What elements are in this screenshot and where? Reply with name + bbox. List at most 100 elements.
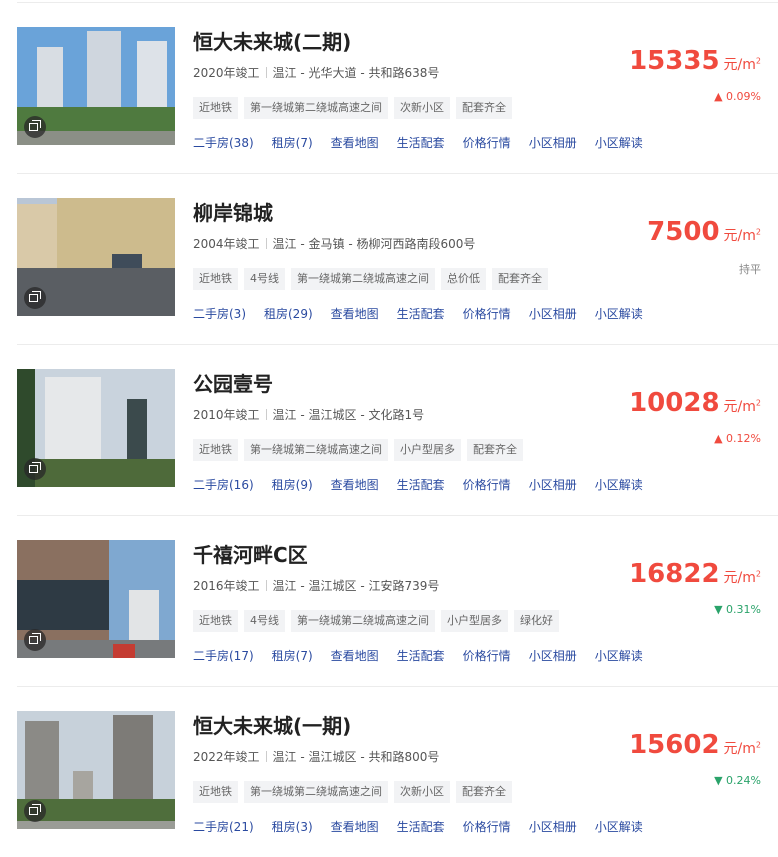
link-rent[interactable]: 租房(3) bbox=[272, 818, 313, 835]
link-map[interactable]: 查看地图 bbox=[331, 305, 379, 322]
divider bbox=[265, 67, 267, 78]
price-value: 10028 bbox=[629, 388, 720, 418]
community-name[interactable]: 公园壹号 bbox=[193, 368, 273, 397]
community-name[interactable]: 恒大未来城(一期) bbox=[193, 710, 351, 739]
link-amenities[interactable]: 生活配套 bbox=[397, 134, 445, 151]
link-rent[interactable]: 租房(29) bbox=[264, 305, 313, 322]
link-amenities[interactable]: 生活配套 bbox=[397, 647, 445, 664]
feature-tags: 近地铁 第一绕城第二绕城高速之间 小户型居多 配套齐全 bbox=[193, 438, 529, 461]
divider bbox=[265, 409, 267, 420]
quick-links: 二手房(3) 租房(29) 查看地图 生活配套 价格行情 小区相册 小区解读 bbox=[193, 303, 661, 322]
build-year: 2010年竣工 bbox=[193, 408, 260, 422]
link-album[interactable]: 小区相册 bbox=[529, 134, 577, 151]
link-album[interactable]: 小区相册 bbox=[529, 476, 577, 493]
price-block: 16822 元/m2 bbox=[629, 559, 761, 589]
album-icon[interactable] bbox=[24, 800, 46, 822]
link-album[interactable]: 小区相册 bbox=[529, 647, 577, 664]
link-price-trend[interactable]: 价格行情 bbox=[463, 476, 511, 493]
community-meta: 2004年竣工 温江 - 金马镇 - 杨柳河西路南段600号 bbox=[193, 235, 475, 252]
feature-tags: 近地铁 第一绕城第二绕城高速之间 次新小区 配套齐全 bbox=[193, 96, 518, 119]
community-photo[interactable] bbox=[17, 540, 175, 658]
link-map[interactable]: 查看地图 bbox=[331, 134, 379, 151]
link-map[interactable]: 查看地图 bbox=[331, 476, 379, 493]
community-name[interactable]: 千禧河畔C区 bbox=[193, 539, 308, 568]
tag: 第一绕城第二绕城高速之间 bbox=[244, 781, 388, 803]
community-photo[interactable] bbox=[17, 198, 175, 316]
price-change: ▲ 0.09% bbox=[714, 90, 761, 103]
tag: 第一绕城第二绕城高速之间 bbox=[291, 268, 435, 290]
tag: 配套齐全 bbox=[492, 268, 548, 290]
album-icon[interactable] bbox=[24, 458, 46, 480]
link-amenities[interactable]: 生活配套 bbox=[397, 476, 445, 493]
price-change: ▼ 0.31% bbox=[714, 603, 761, 616]
tag: 第一绕城第二绕城高速之间 bbox=[244, 439, 388, 461]
tag: 第一绕城第二绕城高速之间 bbox=[244, 97, 388, 119]
divider bbox=[265, 238, 267, 249]
link-album[interactable]: 小区相册 bbox=[529, 305, 577, 322]
link-analysis[interactable]: 小区解读 bbox=[595, 134, 643, 151]
tag: 4号线 bbox=[244, 610, 285, 632]
link-secondhand[interactable]: 二手房(17) bbox=[193, 647, 254, 664]
link-price-trend[interactable]: 价格行情 bbox=[463, 647, 511, 664]
tag: 次新小区 bbox=[394, 781, 450, 803]
album-icon[interactable] bbox=[24, 287, 46, 309]
link-secondhand[interactable]: 二手房(16) bbox=[193, 476, 254, 493]
community-photo[interactable] bbox=[17, 27, 175, 145]
community-meta: 2022年竣工 温江 - 温江城区 - 共和路800号 bbox=[193, 748, 439, 765]
community-meta: 2010年竣工 温江 - 温江城区 - 文化路1号 bbox=[193, 406, 424, 423]
link-album[interactable]: 小区相册 bbox=[529, 818, 577, 835]
feature-tags: 近地铁 第一绕城第二绕城高速之间 次新小区 配套齐全 bbox=[193, 780, 518, 803]
community-location: 温江 - 温江城区 - 江安路739号 bbox=[272, 579, 440, 593]
tag: 4号线 bbox=[244, 268, 285, 290]
build-year: 2016年竣工 bbox=[193, 579, 260, 593]
link-amenities[interactable]: 生活配套 bbox=[397, 305, 445, 322]
community-meta: 2020年竣工 温江 - 光华大道 - 共和路638号 bbox=[193, 64, 439, 81]
tag: 近地铁 bbox=[193, 268, 238, 290]
link-amenities[interactable]: 生活配套 bbox=[397, 818, 445, 835]
link-price-trend[interactable]: 价格行情 bbox=[463, 305, 511, 322]
link-price-trend[interactable]: 价格行情 bbox=[463, 818, 511, 835]
tag: 近地铁 bbox=[193, 439, 238, 461]
link-analysis[interactable]: 小区解读 bbox=[595, 305, 643, 322]
link-map[interactable]: 查看地图 bbox=[331, 818, 379, 835]
album-icon[interactable] bbox=[24, 629, 46, 651]
price-unit: 元/m2 bbox=[723, 569, 761, 586]
album-icon[interactable] bbox=[24, 116, 46, 138]
build-year: 2022年竣工 bbox=[193, 750, 260, 764]
price-block: 15602 元/m2 bbox=[629, 730, 761, 760]
tag: 配套齐全 bbox=[456, 97, 512, 119]
link-map[interactable]: 查看地图 bbox=[331, 647, 379, 664]
build-year: 2004年竣工 bbox=[193, 237, 260, 251]
tag: 绿化好 bbox=[514, 610, 559, 632]
link-secondhand[interactable]: 二手房(3) bbox=[193, 305, 246, 322]
link-analysis[interactable]: 小区解读 bbox=[595, 647, 643, 664]
link-rent[interactable]: 租房(7) bbox=[272, 647, 313, 664]
link-rent[interactable]: 租房(7) bbox=[272, 134, 313, 151]
link-analysis[interactable]: 小区解读 bbox=[595, 476, 643, 493]
community-item: 柳岸锦城 2004年竣工 温江 - 金马镇 - 杨柳河西路南段600号 近地铁 4号… bbox=[0, 173, 778, 344]
community-name[interactable]: 恒大未来城(二期) bbox=[193, 26, 351, 55]
price-value: 15335 bbox=[629, 46, 720, 76]
community-photo[interactable] bbox=[17, 711, 175, 829]
link-secondhand[interactable]: 二手房(21) bbox=[193, 818, 254, 835]
link-rent[interactable]: 租房(9) bbox=[272, 476, 313, 493]
community-location: 温江 - 金马镇 - 杨柳河西路南段600号 bbox=[272, 237, 476, 251]
price-change: 持平 bbox=[739, 263, 761, 276]
community-location: 温江 - 温江城区 - 文化路1号 bbox=[272, 408, 425, 422]
tag: 第一绕城第二绕城高速之间 bbox=[291, 610, 435, 632]
link-price-trend[interactable]: 价格行情 bbox=[463, 134, 511, 151]
tag: 次新小区 bbox=[394, 97, 450, 119]
quick-links: 二手房(17) 租房(7) 查看地图 生活配套 价格行情 小区相册 小区解读 bbox=[193, 645, 661, 664]
community-item: 恒大未来城(一期) 2022年竣工 温江 - 温江城区 - 共和路800号 近地铁… bbox=[0, 686, 778, 857]
community-location: 温江 - 光华大道 - 共和路638号 bbox=[272, 66, 440, 80]
link-secondhand[interactable]: 二手房(38) bbox=[193, 134, 254, 151]
community-name[interactable]: 柳岸锦城 bbox=[193, 197, 273, 226]
quick-links: 二手房(38) 租房(7) 查看地图 生活配套 价格行情 小区相册 小区解读 bbox=[193, 132, 661, 151]
price-block: 15335 元/m2 bbox=[629, 46, 761, 76]
link-analysis[interactable]: 小区解读 bbox=[595, 818, 643, 835]
price-block: 10028 元/m2 bbox=[629, 388, 761, 418]
price-value: 15602 bbox=[629, 730, 720, 760]
community-photo[interactable] bbox=[17, 369, 175, 487]
community-item: 恒大未来城(二期) 2020年竣工 温江 - 光华大道 - 共和路638号 近地铁… bbox=[0, 2, 778, 173]
price-unit: 元/m2 bbox=[723, 56, 761, 73]
